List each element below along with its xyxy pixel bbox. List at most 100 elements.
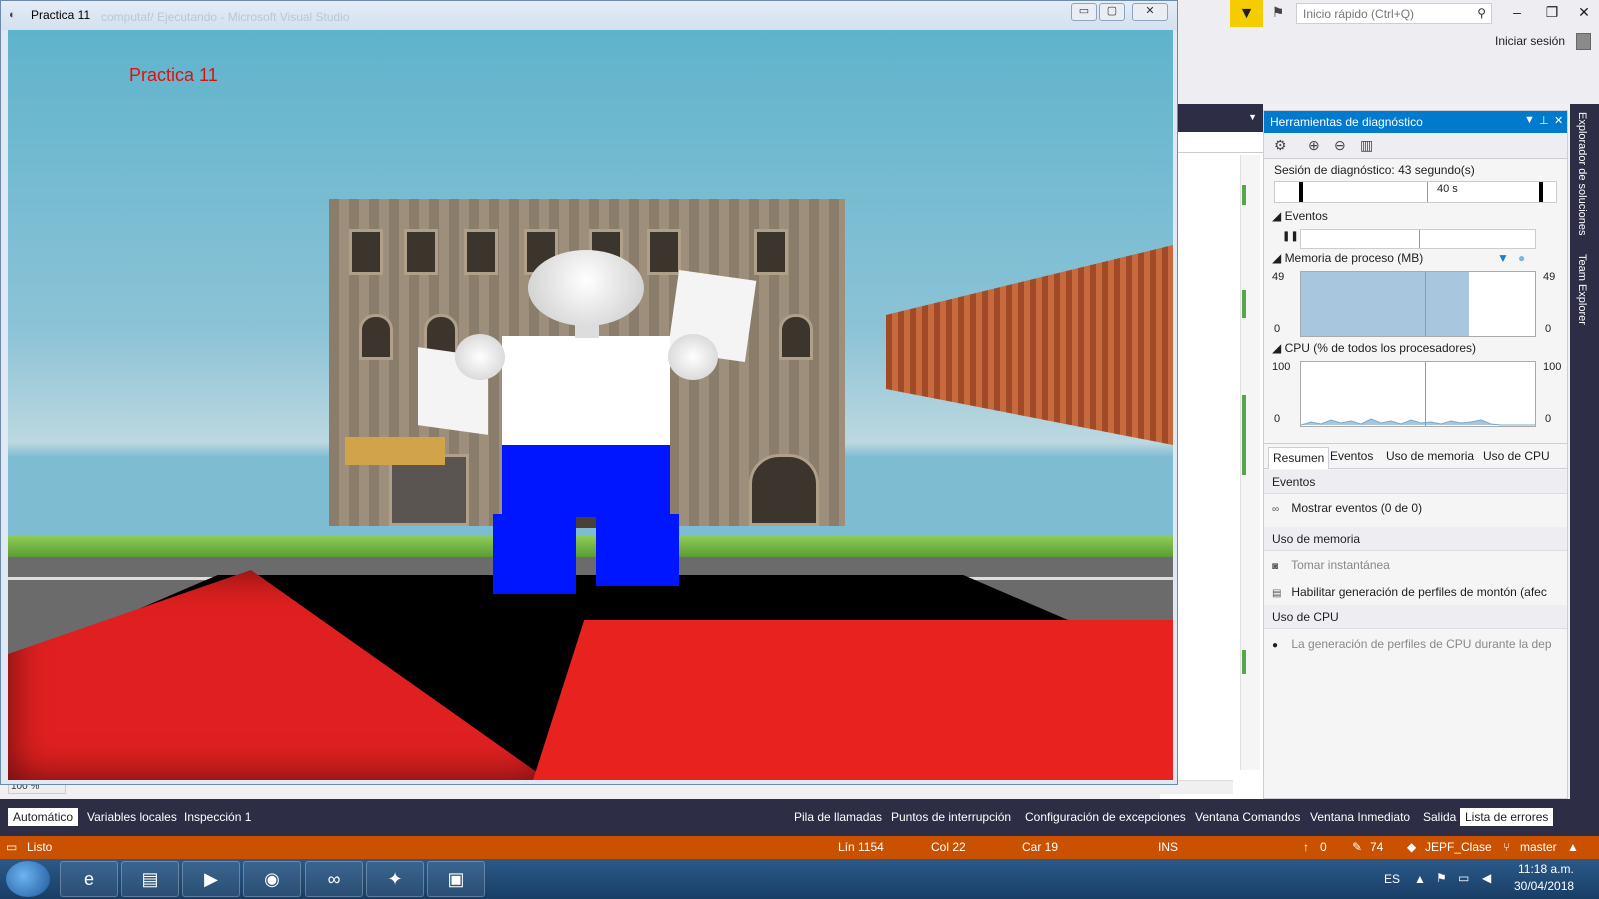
tab-puntos-interrupcion[interactable]: Puntos de interrupción <box>891 810 1011 824</box>
network-icon[interactable]: ▭ <box>1458 871 1469 885</box>
vs-background-title: computaf/ Ejecutando - Microsoft Visual … <box>101 10 350 24</box>
app-window-icon[interactable]: ◐ <box>9 9 23 21</box>
start-button-icon[interactable] <box>6 861 50 897</box>
status-push-count[interactable]: 0 <box>1320 840 1327 854</box>
panel-dropdown-icon[interactable]: ▼ <box>1524 114 1535 126</box>
chrome-icon[interactable]: ◉ <box>243 861 301 897</box>
vs-minimize-button[interactable]: – <box>1505 4 1529 20</box>
status-repo[interactable]: JEPF_Clase <box>1425 840 1492 854</box>
change-marker <box>1242 185 1246 205</box>
tab-config-excepciones[interactable]: Configuración de excepciones <box>1025 810 1186 824</box>
tab-uso-cpu[interactable]: Uso de CPU <box>1483 449 1550 463</box>
memory-usage-area <box>1301 272 1470 336</box>
pin-icon[interactable]: ⊥ <box>1539 114 1549 127</box>
scene-title-text: Practica 11 <box>129 65 218 85</box>
clock-date[interactable]: 30/04/2018 <box>1514 879 1574 893</box>
tab-automatico[interactable]: Automático <box>8 808 79 826</box>
vs-close-button[interactable]: ✕ <box>1572 4 1596 21</box>
tab-ventana-comandos[interactable]: Ventana Comandos <box>1195 810 1300 824</box>
cpu-section-header[interactable]: ◢ CPU (% de todos los procesadores) <box>1264 339 1567 359</box>
pencil-icon[interactable]: ✎ <box>1352 840 1362 854</box>
visual-studio-icon[interactable]: ∞ <box>305 861 363 897</box>
user-icon[interactable] <box>1576 33 1591 50</box>
cpu-max-right: 100 <box>1543 361 1562 373</box>
cpu-chart[interactable]: 100 0 100 0 <box>1264 359 1567 429</box>
show-hidden-icons-icon[interactable]: ▲ <box>1414 872 1426 886</box>
notifications-icon[interactable]: ⚑ <box>1268 4 1288 24</box>
status-line: Lín 1154 <box>838 840 884 854</box>
cpu-usage-line <box>1301 418 1535 426</box>
memory-section-header[interactable]: ◢ Memoria de proceso (MB) ▼ ● <box>1264 249 1567 269</box>
memory-chart[interactable]: 49 0 49 0 <box>1264 269 1567 339</box>
robot-left-shoulder <box>455 334 505 380</box>
branch-icon[interactable]: ⑂ <box>1503 840 1510 854</box>
change-marker <box>1242 650 1246 674</box>
app-title-bar[interactable]: ◐ Practica 11 computaf/ Ejecutando - Mic… <box>1 1 1177 30</box>
robot-torso <box>502 336 670 445</box>
cpu-min-right: 0 <box>1545 413 1552 425</box>
status-branch[interactable]: master <box>1520 840 1557 854</box>
practica-window: ◐ Practica 11 computaf/ Ejecutando - Mic… <box>0 0 1178 785</box>
branch-up-icon[interactable]: ▲ <box>1567 840 1579 854</box>
zoom-out-icon[interactable]: ⊖ <box>1334 137 1346 154</box>
tab-dropdown-icon[interactable]: ▼ <box>1248 112 1257 122</box>
tab-variables-locales[interactable]: Variables locales <box>87 810 177 824</box>
tab-lista-errores[interactable]: Lista de errores <box>1460 808 1554 826</box>
status-mode: INS <box>1158 840 1179 854</box>
heap-profiling-toggle[interactable]: ▤ Habilitar generación de perfiles de mo… <box>1272 585 1547 599</box>
app-close-button[interactable]: ✕ <box>1132 3 1168 21</box>
clock-time[interactable]: 11:18 a.m. <box>1518 862 1574 876</box>
session-timeline[interactable]: 40 s <box>1274 181 1557 203</box>
feedback-filter-icon[interactable]: ▼ <box>1230 0 1263 27</box>
take-snapshot-button[interactable]: ◙ Tomar instantánea <box>1272 558 1390 572</box>
tab-salida[interactable]: Salida <box>1423 810 1456 824</box>
camera-icon: ◙ <box>1272 561 1279 572</box>
robot-left-leg <box>493 514 576 594</box>
zoom-in-icon[interactable]: ⊕ <box>1308 137 1320 154</box>
internet-explorer-icon[interactable]: e <box>60 861 118 897</box>
tab-team-explorer[interactable]: Team Explorer <box>1576 254 1588 325</box>
file-explorer-icon[interactable]: ▤ <box>121 861 179 897</box>
pause-icon[interactable]: ❚❚ <box>1282 231 1299 242</box>
media-player-icon[interactable]: ▶ <box>182 861 240 897</box>
memory-max-right: 49 <box>1543 271 1556 283</box>
app-minimize-button[interactable]: ▭ <box>1071 3 1097 21</box>
action-center-flag-icon[interactable]: ⚑ <box>1436 871 1447 885</box>
events-section-header[interactable]: ◢ Eventos <box>1264 207 1567 227</box>
quick-launch-input[interactable]: Inicio rápido (Ctrl+Q) ⚲ <box>1296 3 1492 24</box>
tab-eventos[interactable]: Eventos <box>1330 449 1373 463</box>
tab-uso-memoria[interactable]: Uso de memoria <box>1386 449 1474 463</box>
cpu-profiling-item[interactable]: ● La generación de perfiles de CPU duran… <box>1272 637 1552 651</box>
gc-marker-icon: ▼ <box>1497 251 1509 265</box>
close-icon[interactable]: ✕ <box>1554 114 1563 127</box>
tab-pila-llamadas[interactable]: Pila de llamadas <box>794 810 882 824</box>
sign-in-link[interactable]: Iniciar sesión <box>1495 34 1565 48</box>
volume-icon[interactable]: ◀ <box>1482 871 1491 885</box>
timeline-start-handle[interactable] <box>1299 182 1303 202</box>
events-track-row: ❚❚ <box>1274 227 1557 249</box>
settings-gear-icon[interactable]: ⚙ <box>1274 137 1287 154</box>
summary-memory-header: Uso de memoria <box>1264 527 1567 551</box>
status-edits[interactable]: 74 <box>1370 840 1383 854</box>
tab-inspeccion[interactable]: Inspección 1 <box>184 810 251 824</box>
vs-maximize-button[interactable]: ❐ <box>1540 4 1564 21</box>
repo-icon[interactable]: ◆ <box>1407 840 1416 854</box>
language-indicator[interactable]: ES <box>1384 872 1400 886</box>
grass-strip <box>8 535 1173 557</box>
opengl-scene[interactable]: Practica 11 <box>8 30 1173 780</box>
tab-ventana-inmediato[interactable]: Ventana Inmediato <box>1310 810 1410 824</box>
bottom-tool-tabs: Automático Variables locales Inspección … <box>0 799 1599 836</box>
app-maximize-button[interactable]: ▢ <box>1099 3 1125 21</box>
push-icon[interactable]: ↑ <box>1303 840 1309 854</box>
timeline-end-handle[interactable] <box>1539 182 1543 202</box>
gimp-icon[interactable]: ✦ <box>366 861 424 897</box>
diagnostic-tools-panel: Herramientas de diagnóstico ▼ ⊥ ✕ ⚙ ⊕ ⊖ … <box>1263 110 1568 799</box>
cpu-plot <box>1300 361 1536 427</box>
show-events-link[interactable]: ∞ Mostrar eventos (0 de 0) <box>1272 501 1422 515</box>
opengl-app-icon[interactable]: ▣ <box>427 861 485 897</box>
chart-icon[interactable]: ▥ <box>1360 137 1373 154</box>
robot-neck <box>575 324 599 338</box>
tab-resumen[interactable]: Resumen <box>1268 447 1330 469</box>
memory-plot <box>1300 271 1536 337</box>
tab-solution-explorer[interactable]: Explorador de soluciones <box>1576 112 1588 236</box>
